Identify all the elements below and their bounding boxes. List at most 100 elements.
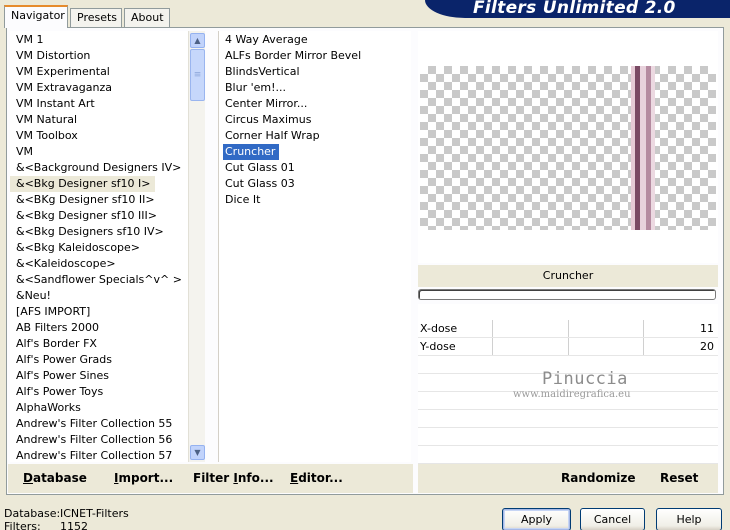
list-item[interactable]: VM Toolbox	[10, 128, 188, 144]
tab-about-label: About	[131, 11, 164, 24]
list-item[interactable]: Cruncher	[219, 144, 411, 160]
tab-navigator-label: Navigator	[11, 9, 65, 22]
param-label: Y-dose	[420, 340, 456, 353]
cancel-button[interactable]: Cancel	[580, 508, 645, 530]
list-item-label: &Neu!	[16, 289, 51, 302]
database-link[interactable]: Database	[23, 471, 87, 485]
scroll-down-button[interactable]: ▼	[190, 445, 205, 460]
list-item[interactable]: Corner Half Wrap	[219, 128, 411, 144]
list-item[interactable]: Alf's Border FX	[10, 336, 188, 352]
list-item[interactable]: AlphaWorks	[10, 400, 188, 416]
list-item-label: Andrew's Filter Collection 55	[16, 417, 173, 430]
tab-navigator[interactable]: Navigator	[4, 5, 68, 28]
list-item-label: Alf's Border FX	[16, 337, 97, 350]
list-item[interactable]: 4 Way Average	[219, 32, 411, 48]
list-item[interactable]: &<Sandflower Specials^v^ >	[10, 272, 188, 288]
list-item-label: VM Experimental	[16, 65, 110, 78]
list-item[interactable]: &<Bkg Designer sf10 I>	[10, 176, 188, 192]
list-item[interactable]: BlindsVertical	[219, 64, 411, 80]
watermark-name: Pinuccia	[542, 369, 628, 389]
button-label: Apply	[520, 513, 553, 526]
list-item[interactable]: Cut Glass 03	[219, 176, 411, 192]
link-text: atabase	[32, 471, 87, 485]
list-item[interactable]: Cut Glass 01	[219, 160, 411, 176]
list-item[interactable]: &Neu!	[10, 288, 188, 304]
list-item[interactable]: VM Distortion	[10, 48, 188, 64]
tab-about[interactable]: About	[124, 8, 170, 27]
list-item-label: Blur 'em!...	[225, 81, 286, 94]
category-scrollbar[interactable]: ▲ ≡ ▼	[188, 31, 205, 462]
list-item-label: VM	[16, 145, 34, 158]
list-item-label: &<BKg Designer sf10 II>	[16, 193, 155, 206]
list-item[interactable]: Blur 'em!...	[219, 80, 411, 96]
param-value: 11	[700, 322, 714, 335]
list-item-label: Dice It	[225, 193, 261, 206]
list-item[interactable]: &<Bkg Designers sf10 IV>	[10, 224, 188, 240]
list-item[interactable]: Andrew's Filter Collection 55	[10, 416, 188, 432]
list-item-label: [AFS IMPORT]	[16, 305, 91, 318]
list-item[interactable]: AB Filters 2000	[10, 320, 188, 336]
list-item[interactable]: ALFs Border Mirror Bevel	[219, 48, 411, 64]
list-item[interactable]: VM Experimental	[10, 64, 188, 80]
param-row-empty	[418, 410, 718, 428]
list-item-label: VM Natural	[16, 113, 78, 126]
help-button[interactable]: Help	[656, 508, 722, 530]
title-banner: Filters Unlimited 2.0	[425, 0, 730, 18]
list-item[interactable]: &<BKg Designer sf10 II>	[10, 192, 188, 208]
randomize-link[interactable]: Randomize	[561, 471, 635, 485]
apply-button[interactable]: Apply	[502, 508, 571, 530]
list-item[interactable]: Andrew's Filter Collection 57	[10, 448, 188, 462]
list-item-label: &<Bkg Kaleidoscope>	[16, 241, 141, 254]
list-item[interactable]: VM	[10, 144, 188, 160]
tab-presets-label: Presets	[77, 11, 118, 24]
list-item-label: BlindsVertical	[225, 65, 300, 78]
filter-info-link[interactable]: Filter Info...	[193, 471, 274, 485]
list-item-label: AlphaWorks	[16, 401, 81, 414]
status-label: Filters:	[4, 520, 41, 530]
param-row-x-dose[interactable]: X-dose 11	[418, 320, 718, 338]
list-item[interactable]: Alf's Power Sines	[10, 368, 188, 384]
app-title: Filters Unlimited 2.0	[473, 0, 676, 18]
list-item-label: ALFs Border Mirror Bevel	[225, 49, 362, 62]
scroll-thumb[interactable]: ≡	[190, 49, 205, 101]
list-item-label: &<Bkg Designer sf10 III>	[16, 209, 158, 222]
link-text: ditor...	[298, 471, 343, 485]
param-row-y-dose[interactable]: Y-dose 20	[418, 338, 718, 356]
button-label: Cancel	[593, 513, 632, 526]
list-item[interactable]: Center Mirror...	[219, 96, 411, 112]
list-item-label: &<Bkg Designer sf10 I>	[10, 176, 155, 192]
list-item[interactable]: &<Bkg Designer sf10 III>	[10, 208, 188, 224]
scroll-up-button[interactable]: ▲	[190, 33, 205, 48]
list-item-label: VM Extravaganza	[16, 81, 113, 94]
list-item[interactable]: VM Natural	[10, 112, 188, 128]
tab-presets[interactable]: Presets	[70, 8, 122, 27]
list-item[interactable]: &<Background Designers IV>	[10, 160, 188, 176]
filter-list[interactable]: 4 Way Average ALFs Border Mirror Bevel Bli…	[218, 31, 411, 462]
import-link[interactable]: Import...	[114, 471, 173, 485]
list-item-label: &<Sandflower Specials^v^ >	[16, 273, 182, 286]
list-item[interactable]: VM Instant Art	[10, 96, 188, 112]
link-text: nfo...	[237, 471, 274, 485]
category-list[interactable]: VM 1 VM Distortion VM Experimental VM Extra…	[10, 31, 188, 462]
list-item[interactable]: Alf's Power Grads	[10, 352, 188, 368]
list-item[interactable]: Alf's Power Toys	[10, 384, 188, 400]
list-item[interactable]: Circus Maximus	[219, 112, 411, 128]
list-item[interactable]: VM Extravaganza	[10, 80, 188, 96]
list-item-label: Alf's Power Grads	[16, 353, 112, 366]
list-item[interactable]: &<Bkg Kaleidoscope>	[10, 240, 188, 256]
link-accel: D	[23, 471, 33, 485]
preview-image	[420, 66, 716, 230]
param-row-empty	[418, 446, 718, 464]
param-label: X-dose	[420, 322, 458, 335]
reset-link[interactable]: Reset	[660, 471, 698, 485]
list-item[interactable]: VM 1	[10, 32, 188, 48]
button-label: Help	[676, 513, 702, 526]
status-value: 1152	[60, 520, 88, 530]
list-item[interactable]: [AFS IMPORT]	[10, 304, 188, 320]
editor-link[interactable]: Editor...	[290, 471, 343, 485]
list-item[interactable]: Andrew's Filter Collection 56	[10, 432, 188, 448]
list-item[interactable]: Dice It	[219, 192, 411, 208]
list-item-label: VM Distortion	[16, 49, 91, 62]
list-item-label: Cut Glass 03	[225, 177, 295, 190]
list-item[interactable]: &<Kaleidoscope>	[10, 256, 188, 272]
